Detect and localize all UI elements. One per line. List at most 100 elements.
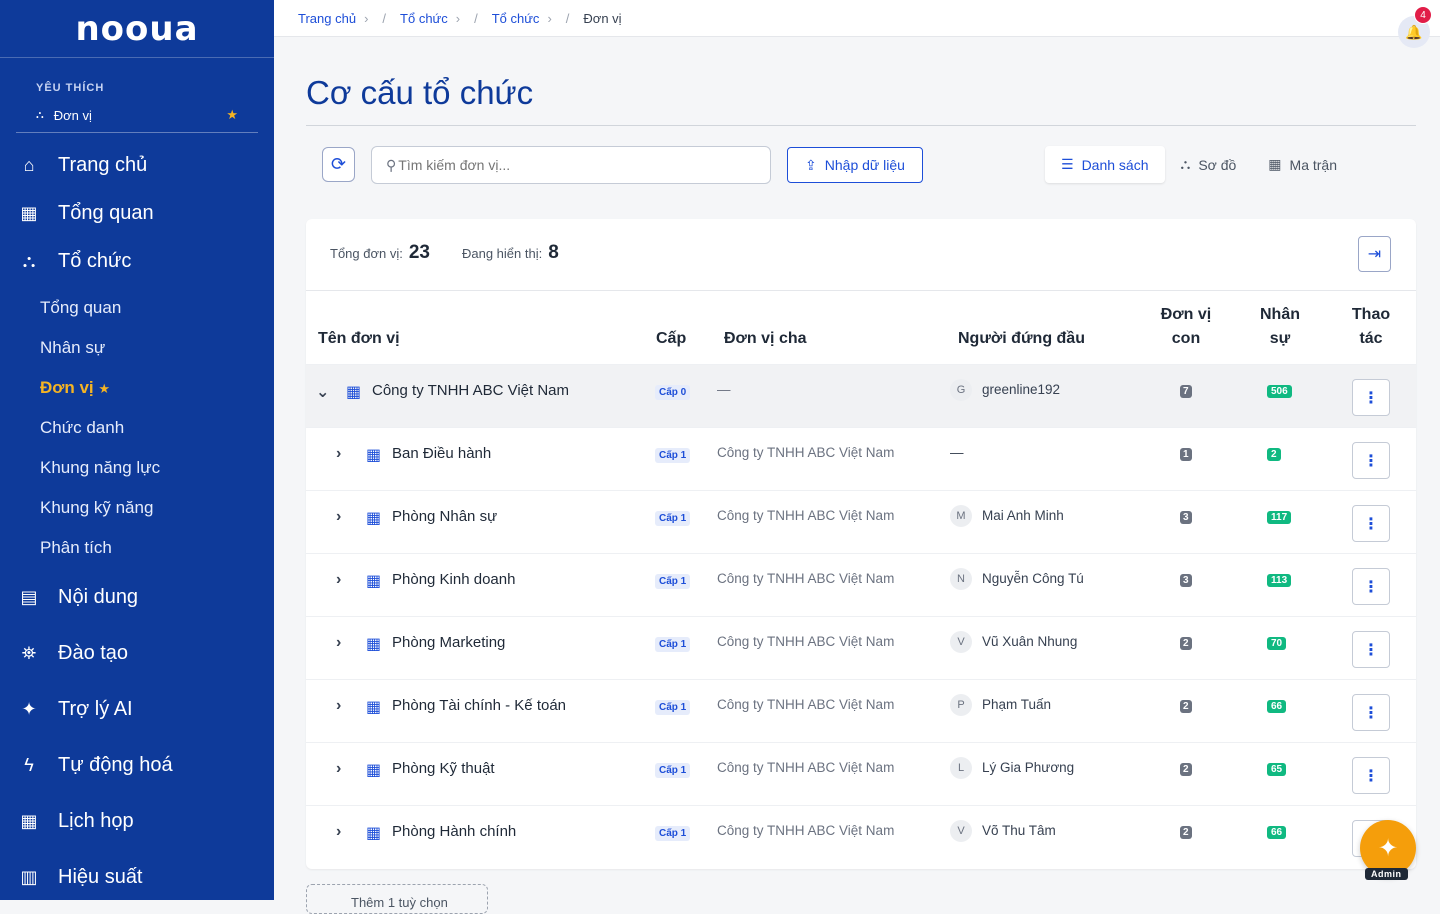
chevron-right-icon[interactable]: › — [336, 445, 341, 463]
row-actions-button[interactable]: ⋮ — [1352, 442, 1390, 479]
more-vertical-icon: ⋮ — [1363, 389, 1379, 407]
notification-button[interactable]: 🔔 4 — [1398, 6, 1432, 48]
children-count: 3 — [1180, 511, 1192, 524]
showing-label: Đang hiển thị: — [461, 246, 543, 261]
chevron-right-icon: › — [364, 10, 369, 26]
refresh-button[interactable]: ⟳ — [322, 147, 355, 182]
building-icon: ▦ — [366, 699, 382, 716]
sidebar-item-performance[interactable]: ▥ Hiệu suất — [0, 862, 274, 892]
avatar: P — [950, 694, 972, 716]
row-actions-button[interactable]: ⋮ — [1352, 505, 1390, 542]
star-icon[interactable]: ★ — [226, 107, 238, 123]
header-staff[interactable]: Nhân sự — [1250, 303, 1310, 351]
total-value: 23 — [408, 242, 430, 263]
chevron-down-icon[interactable]: ⌄ — [316, 382, 329, 402]
chevron-right-icon[interactable]: › — [336, 760, 341, 778]
level-badge: Cấp 1 — [655, 700, 691, 715]
title-divider — [306, 125, 1416, 126]
table-row[interactable]: › ▦ Phòng Tài chính - Kế toán Cấp 1 Công ty … — [306, 679, 1416, 742]
sidebar-item-label: Trang chủ — [58, 153, 148, 176]
table-row[interactable]: › ▦ Phòng Marketing Cấp 1 Công ty TNHH ABC V… — [306, 616, 1416, 679]
row-actions-button[interactable]: ⋮ — [1352, 568, 1390, 605]
head-person: — — [950, 445, 964, 460]
app-logo[interactable]: nooua — [0, 0, 274, 58]
sidebar-item-overview[interactable]: ▦ Tổng quan — [0, 198, 274, 228]
row-actions-button[interactable]: ⋮ — [1352, 631, 1390, 668]
import-button[interactable]: ⇪ Nhập dữ liệu — [787, 147, 923, 183]
sidebar-subitem-overview[interactable]: Tổng quan — [40, 298, 121, 318]
table-row[interactable]: ⌄ ▦ Công ty TNHH ABC Việt Nam Cấp 0 — Ggreenl… — [306, 364, 1416, 427]
table-row[interactable]: › ▦ Phòng Hành chính Cấp 1 Công ty TNHH ABC … — [306, 805, 1416, 868]
tab-list[interactable]: ☰ Danh sách — [1045, 146, 1165, 183]
chevron-right-icon[interactable]: › — [336, 508, 341, 526]
page-title: Cơ cấu tổ chức — [306, 74, 534, 111]
breadcrumb-home[interactable]: Trang chủ — [298, 11, 356, 26]
sidebar-item-organization[interactable]: ⛬ Tổ chức — [0, 246, 274, 276]
sidebar-item-content[interactable]: ▤ Nội dung — [0, 582, 274, 612]
chevron-right-icon[interactable]: › — [336, 697, 341, 715]
upload-icon: ⇪ — [805, 156, 817, 173]
sidebar-item-meetings[interactable]: ▦ Lịch họp — [0, 806, 274, 836]
sidebar-item-label: Trợ lý AI — [58, 697, 133, 720]
sidebar-subitem-label: Đơn vị — [40, 378, 94, 397]
sidebar-subitem-units[interactable]: Đơn vị ★ — [40, 378, 110, 398]
header-staff-line2: sự — [1269, 330, 1291, 347]
view-tabs: ☰ Danh sách ⛬ Sơ đồ ▦ Ma trận — [1045, 146, 1353, 183]
table-header: Tên đơn vị Cấp Đơn vị cha Người đứng đầu… — [306, 290, 1416, 363]
tab-matrix[interactable]: ▦ Ma trận — [1252, 146, 1353, 183]
more-vertical-icon: ⋮ — [1363, 452, 1379, 470]
breadcrumb-slash: / — [565, 10, 570, 26]
table-row[interactable]: › ▦ Ban Điều hành Cấp 1 Công ty TNHH ABC Việ… — [306, 427, 1416, 490]
breadcrumb-organization-2[interactable]: Tổ chức — [492, 11, 540, 26]
star-icon: ★ — [98, 381, 111, 396]
table-row[interactable]: › ▦ Phòng Kỹ thuật Cấp 1 Công ty TNHH ABC Vi… — [306, 742, 1416, 805]
search-input[interactable] — [398, 157, 759, 173]
sidebar-subitem-staff[interactable]: Nhân sự — [40, 338, 105, 358]
unit-name[interactable]: Phòng Marketing — [392, 634, 505, 651]
unit-name[interactable]: Phòng Hành chính — [392, 823, 516, 840]
header-level[interactable]: Cấp — [656, 327, 686, 351]
chevron-right-icon[interactable]: › — [336, 571, 341, 589]
header-head[interactable]: Người đứng đầu — [958, 327, 1085, 351]
bolt-icon: ϟ — [24, 754, 34, 775]
row-actions-button[interactable]: ⋮ — [1352, 757, 1390, 794]
sidebar-subitem-competency[interactable]: Khung năng lực — [40, 458, 160, 478]
tab-diagram[interactable]: ⛬ Sơ đồ — [1165, 146, 1253, 183]
list-icon: ☰ — [1061, 156, 1074, 172]
unit-name[interactable]: Công ty TNHH ABC Việt Nam — [372, 382, 569, 399]
children-count: 2 — [1180, 826, 1192, 839]
column-settings-button[interactable]: ⇥ — [1358, 236, 1391, 272]
header-children[interactable]: Đơn vị con — [1156, 303, 1216, 351]
row-actions-button[interactable]: ⋮ — [1352, 694, 1390, 731]
header-parent[interactable]: Đơn vị cha — [724, 327, 807, 351]
more-vertical-icon: ⋮ — [1363, 641, 1379, 659]
favorite-item-don-vi[interactable]: ⛬ Đơn vị ★ — [16, 104, 258, 126]
children-count: 3 — [1180, 574, 1192, 587]
sidebar-subitem-analytics[interactable]: Phân tích — [40, 538, 112, 558]
table-row[interactable]: › ▦ Phòng Nhân sự Cấp 1 Công ty TNHH ABC Việ… — [306, 490, 1416, 553]
row-actions-button[interactable]: ⋮ — [1352, 379, 1390, 416]
sidebar-subitem-skills[interactable]: Khung kỹ năng — [40, 498, 153, 518]
breadcrumb-organization[interactable]: Tổ chức — [400, 11, 448, 26]
sidebar-item-ai-assistant[interactable]: ✦ Trợ lý AI — [0, 694, 274, 724]
header-name[interactable]: Tên đơn vị — [318, 327, 400, 351]
unit-name[interactable]: Phòng Kỹ thuật — [392, 760, 495, 777]
grid-icon: ▦ — [20, 202, 38, 223]
staff-count: 506 — [1267, 385, 1292, 398]
unit-name[interactable]: Phòng Nhân sự — [392, 508, 497, 525]
chevron-right-icon[interactable]: › — [336, 634, 341, 652]
unit-name[interactable]: Ban Điều hành — [392, 445, 491, 462]
chevron-right-icon[interactable]: › — [336, 823, 341, 841]
sidebar-subitem-titles[interactable]: Chức danh — [40, 418, 124, 438]
sidebar-item-automation[interactable]: ϟ Tự động hoá — [0, 750, 274, 780]
add-option-button[interactable]: Thêm 1 tuỳ chọn — [306, 884, 488, 914]
unit-name[interactable]: Phòng Kinh doanh — [392, 571, 515, 588]
sidebar-item-home[interactable]: ⌂ Trang chủ — [0, 150, 274, 180]
sidebar-item-training[interactable]: ⛯ Đào tạo — [0, 638, 274, 668]
table-row[interactable]: › ▦ Phòng Kinh doanh Cấp 1 Công ty TNHH ABC … — [306, 553, 1416, 616]
unit-name[interactable]: Phòng Tài chính - Kế toán — [392, 697, 566, 714]
staff-count: 2 — [1267, 448, 1281, 461]
header-actions-line2: tác — [1359, 330, 1383, 347]
level-badge: Cấp 1 — [655, 511, 691, 526]
level-badge: Cấp 0 — [655, 385, 691, 400]
